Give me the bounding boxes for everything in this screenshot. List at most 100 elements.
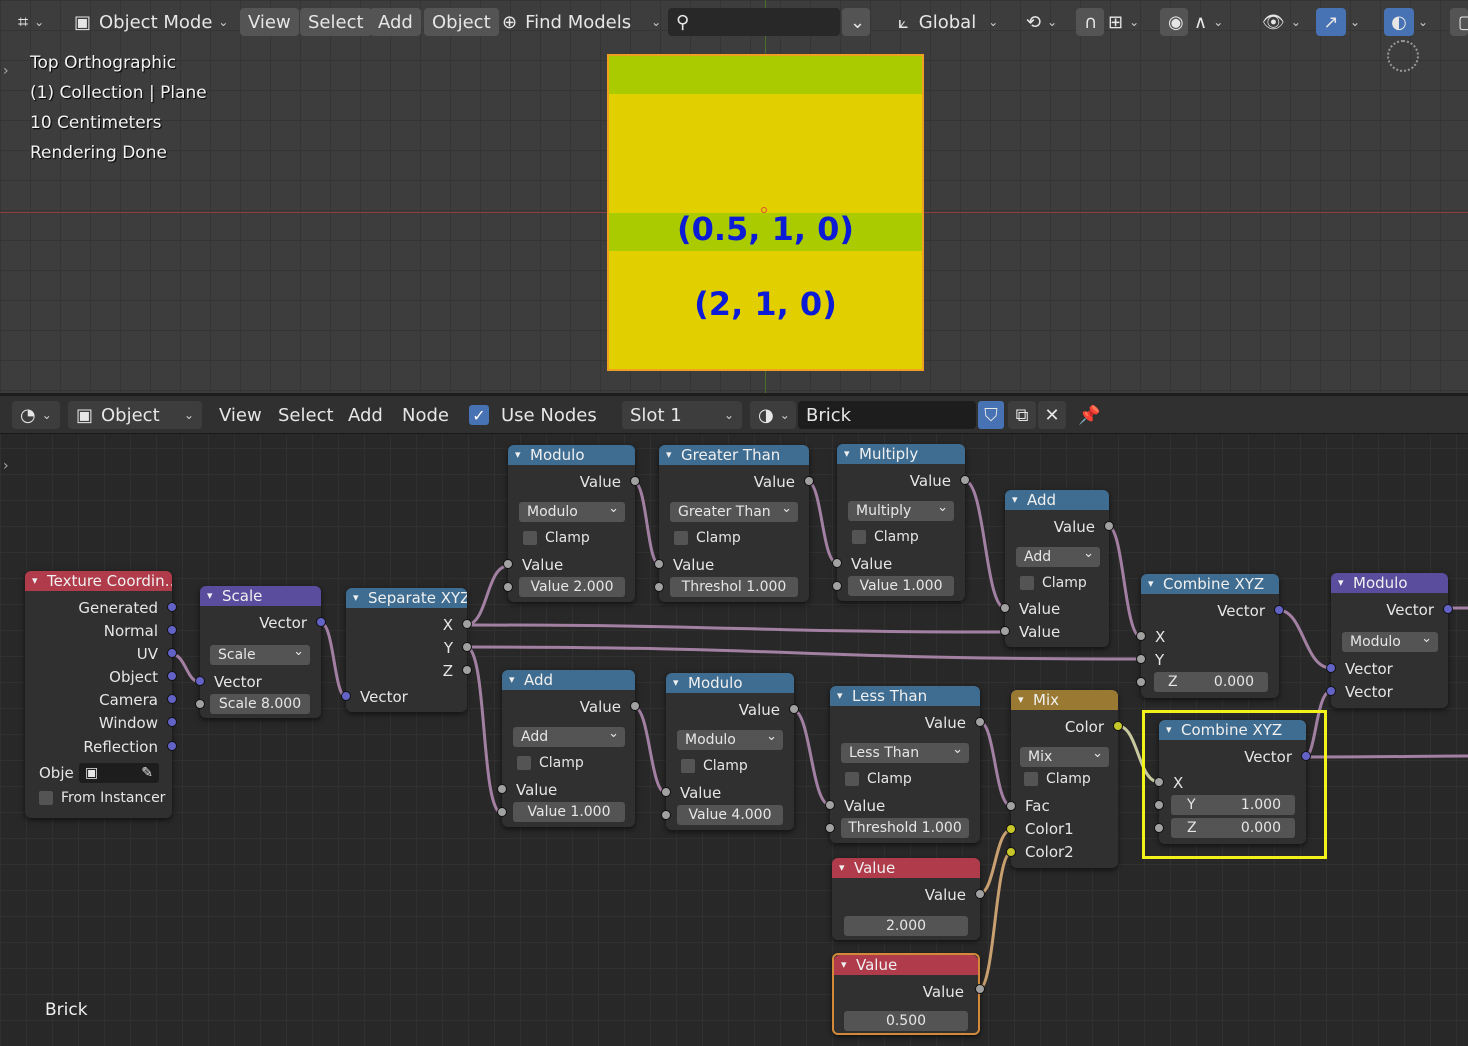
- socket-z-in[interactable]: [1136, 677, 1146, 687]
- math-modulo-node[interactable]: Modulo Value Modulo Clamp Value Value 2.…: [503, 445, 640, 602]
- clamp-checkbox[interactable]: Clamp: [1024, 770, 1091, 788]
- socket-value2-in[interactable]: [503, 582, 513, 592]
- node-header[interactable]: Scale: [200, 586, 321, 606]
- blend-mode-dropdown[interactable]: Mix: [1020, 744, 1109, 767]
- unlink-material-button[interactable]: ✕: [1038, 401, 1066, 429]
- sidebar-toggle-icon[interactable]: ›: [3, 63, 9, 79]
- transform-orientation-dropdown[interactable]: ⟀ Global ⌄: [898, 8, 998, 36]
- object-field[interactable]: ▣ ✎: [79, 763, 159, 783]
- view-menu[interactable]: View: [240, 8, 299, 36]
- socket-x-out[interactable]: [462, 619, 472, 629]
- select-menu[interactable]: Select: [300, 8, 372, 36]
- socket-color1-in[interactable]: [1006, 824, 1016, 834]
- operation-dropdown[interactable]: Greater Than: [670, 499, 798, 522]
- node-menu[interactable]: Node: [402, 401, 449, 429]
- math-add-node-2[interactable]: Add Value Add Clamp Value Value 1.000: [497, 670, 640, 827]
- socket-y-in[interactable]: [1136, 654, 1146, 664]
- socket-value-out[interactable]: [789, 704, 799, 714]
- add-menu[interactable]: Add: [348, 401, 383, 429]
- texture-coordinate-node[interactable]: Texture Coordin… Generated Normal UV Obj…: [25, 571, 177, 818]
- editor-type-button[interactable]: ⌗ ⌄: [18, 8, 44, 36]
- node-header[interactable]: Value: [832, 858, 980, 878]
- overlay-options-button[interactable]: ⌄: [1418, 8, 1428, 36]
- socket-x-in[interactable]: [1136, 631, 1146, 641]
- node-header[interactable]: Modulo: [1331, 573, 1448, 593]
- from-instancer-checkbox[interactable]: From Instancer: [39, 789, 165, 807]
- sidebar-toggle-icon[interactable]: ›: [3, 458, 9, 474]
- object-menu[interactable]: Object: [424, 8, 499, 36]
- socket-value2-in[interactable]: [1000, 626, 1010, 636]
- pivot-point-button[interactable]: ⟲ ⌄: [1026, 8, 1057, 36]
- math-modulo-node-2[interactable]: Modulo Value Modulo Clamp Value Value 4.…: [661, 673, 799, 830]
- socket-threshold-in[interactable]: [654, 582, 664, 592]
- clamp-checkbox[interactable]: Clamp: [517, 754, 584, 772]
- add-menu[interactable]: Add: [370, 8, 421, 36]
- select-menu[interactable]: Select: [278, 401, 334, 429]
- node-header[interactable]: Add: [1005, 490, 1109, 510]
- socket-value-out[interactable]: [960, 475, 970, 485]
- gizmo-toggle[interactable]: ↗: [1316, 8, 1346, 36]
- socket-value-in[interactable]: [825, 800, 835, 810]
- editor-type-button[interactable]: ◔ ⌄: [12, 401, 60, 429]
- combine-xyz-node[interactable]: Combine XYZ Vector X Y Z 0.000: [1136, 574, 1284, 698]
- socket-value-in[interactable]: [654, 559, 664, 569]
- socket-value-out[interactable]: [975, 717, 985, 727]
- gizmo-options-button[interactable]: ⌄: [1350, 8, 1360, 36]
- socket-value-out[interactable]: [1104, 521, 1114, 531]
- socket-value-out[interactable]: [630, 701, 640, 711]
- node-header[interactable]: Modulo: [666, 673, 794, 693]
- socket-value-out[interactable]: [975, 984, 985, 994]
- socket-generated[interactable]: [167, 602, 177, 612]
- navigation-gizmo[interactable]: [1387, 40, 1419, 72]
- value-field[interactable]: Value 1.000: [848, 576, 954, 596]
- value-node[interactable]: Value Value 2.000: [832, 858, 985, 940]
- node-header[interactable]: Combine XYZ: [1141, 574, 1279, 594]
- socket-value2-in[interactable]: [497, 807, 507, 817]
- find-models-button[interactable]: ⊕ Find Models ⌄: [502, 8, 661, 36]
- math-add-node[interactable]: Add Value Add Clamp Value Value: [1000, 490, 1114, 647]
- node-header[interactable]: Modulo: [508, 445, 635, 465]
- node-header[interactable]: Value: [834, 955, 978, 975]
- socket-fac-in[interactable]: [1006, 801, 1016, 811]
- view-menu[interactable]: View: [219, 401, 262, 429]
- clamp-checkbox[interactable]: Clamp: [523, 529, 590, 547]
- search-field[interactable]: ⚲: [668, 8, 840, 36]
- socket-value1-in[interactable]: [1000, 603, 1010, 613]
- socket-reflection[interactable]: [167, 741, 177, 751]
- operation-dropdown[interactable]: Scale: [210, 642, 310, 665]
- socket-vector-out[interactable]: [1443, 604, 1453, 614]
- operation-dropdown[interactable]: Add: [1016, 544, 1100, 567]
- math-greater-than-node[interactable]: Greater Than Value Greater Than Clamp Va…: [654, 445, 814, 602]
- vector-scale-node[interactable]: Scale Vector Scale Vector Scale 8.000: [195, 586, 326, 718]
- operation-dropdown[interactable]: Modulo: [1342, 629, 1438, 652]
- clamp-checkbox[interactable]: Clamp: [681, 757, 748, 775]
- socket-vector2-in[interactable]: [1326, 686, 1336, 696]
- eyedropper-icon[interactable]: ✎: [141, 763, 153, 783]
- node-header[interactable]: Greater Than: [659, 445, 809, 465]
- socket-vector-out[interactable]: [1274, 605, 1284, 615]
- pin-button[interactable]: 📌: [1078, 401, 1100, 429]
- socket-vector-in[interactable]: [341, 691, 351, 701]
- socket-value-out[interactable]: [804, 476, 814, 486]
- visibility-button[interactable]: 👁 ⌄: [1262, 8, 1301, 36]
- math-less-than-node[interactable]: Less Than Value Less Than Clamp Value Th…: [825, 686, 985, 843]
- socket-vector-in[interactable]: [195, 676, 205, 686]
- socket-value2-in[interactable]: [661, 810, 671, 820]
- shader-type-dropdown[interactable]: ▣ Object ⌄: [68, 401, 202, 429]
- socket-value-out[interactable]: [975, 889, 985, 899]
- operation-dropdown[interactable]: Multiply: [848, 498, 954, 521]
- operation-dropdown[interactable]: Less Than: [841, 740, 969, 763]
- socket-camera[interactable]: [167, 694, 177, 704]
- socket-object[interactable]: [167, 671, 177, 681]
- node-header[interactable]: Less Than: [830, 686, 980, 706]
- value-field[interactable]: Value 4.000: [677, 805, 783, 825]
- mix-rgb-node[interactable]: Mix Color Mix Clamp Fac Color1 Color2: [1006, 690, 1123, 868]
- socket-vector-out[interactable]: [316, 617, 326, 627]
- value-field[interactable]: Value 2.000: [519, 577, 625, 597]
- socket-window[interactable]: [167, 717, 177, 727]
- socket-z-out[interactable]: [462, 665, 472, 675]
- socket-value2-in[interactable]: [832, 581, 842, 591]
- proportional-edit-toggle[interactable]: ◉: [1160, 8, 1188, 36]
- separate-xyz-node[interactable]: Separate XYZ X Y Z Vector: [341, 588, 472, 712]
- socket-value-out[interactable]: [630, 476, 640, 486]
